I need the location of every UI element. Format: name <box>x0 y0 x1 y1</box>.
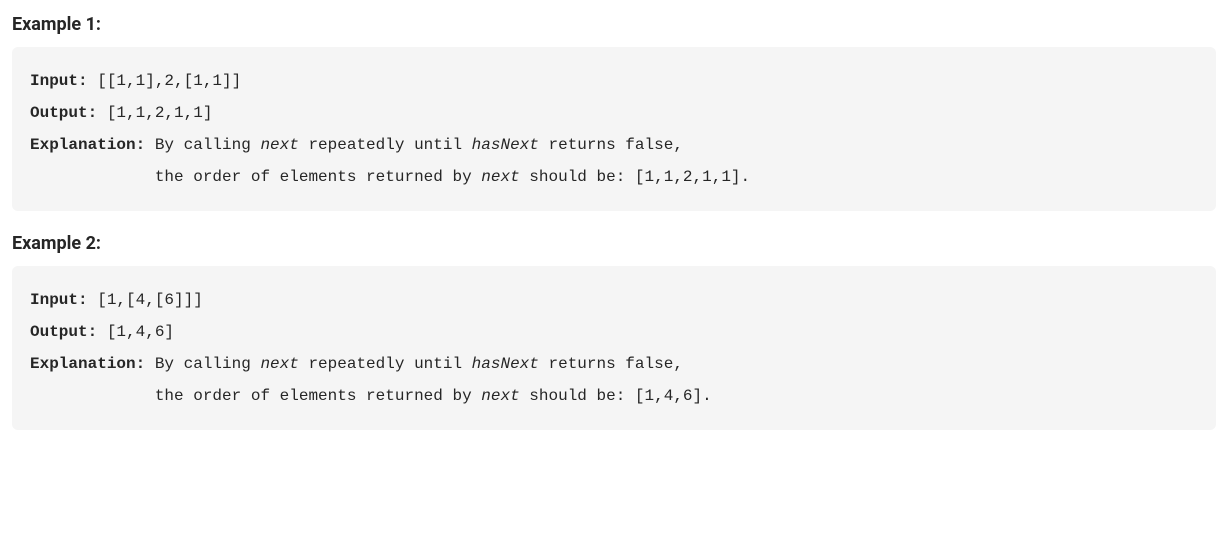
next-keyword: next <box>481 168 519 186</box>
output-label: Output: <box>30 104 97 122</box>
explanation-text: should be: <box>520 168 635 186</box>
explanation-text: the order of elements returned by <box>30 168 481 186</box>
hasnext-keyword: hasNext <box>472 136 539 154</box>
input-label: Input: <box>30 72 88 90</box>
output-value: [1,4,6] <box>97 323 174 341</box>
explanation-label: Explanation: <box>30 355 145 373</box>
example-2-heading: Example 2: <box>12 233 1216 254</box>
output-value: [1,1,2,1,1] <box>97 104 212 122</box>
input-label: Input: <box>30 291 88 309</box>
explanation-text: should be: <box>520 387 635 405</box>
explanation-label: Explanation: <box>30 136 145 154</box>
explanation-text: By calling <box>145 136 260 154</box>
input-value: [1,[4,[6]]] <box>88 291 203 309</box>
explanation-text: returns false, <box>539 355 693 373</box>
explanation-text: . <box>702 387 712 405</box>
next-keyword: next <box>481 387 519 405</box>
result-value: [1,4,6] <box>635 387 702 405</box>
example-1-heading: Example 1: <box>12 14 1216 35</box>
hasnext-keyword: hasNext <box>472 355 539 373</box>
example-2-code-block: Input: [1,[4,[6]]] Output: [1,4,6] Expla… <box>12 266 1216 430</box>
explanation-text: repeatedly until <box>299 355 472 373</box>
next-keyword: next <box>260 136 298 154</box>
explanation-text: repeatedly until <box>299 136 472 154</box>
explanation-text: returns false, <box>539 136 693 154</box>
output-label: Output: <box>30 323 97 341</box>
next-keyword: next <box>260 355 298 373</box>
example-1-code-block: Input: [[1,1],2,[1,1]] Output: [1,1,2,1,… <box>12 47 1216 211</box>
explanation-text: By calling <box>145 355 260 373</box>
explanation-text: . <box>741 168 751 186</box>
input-value: [[1,1],2,[1,1]] <box>88 72 242 90</box>
result-value: [1,1,2,1,1] <box>635 168 741 186</box>
explanation-text: the order of elements returned by <box>30 387 481 405</box>
